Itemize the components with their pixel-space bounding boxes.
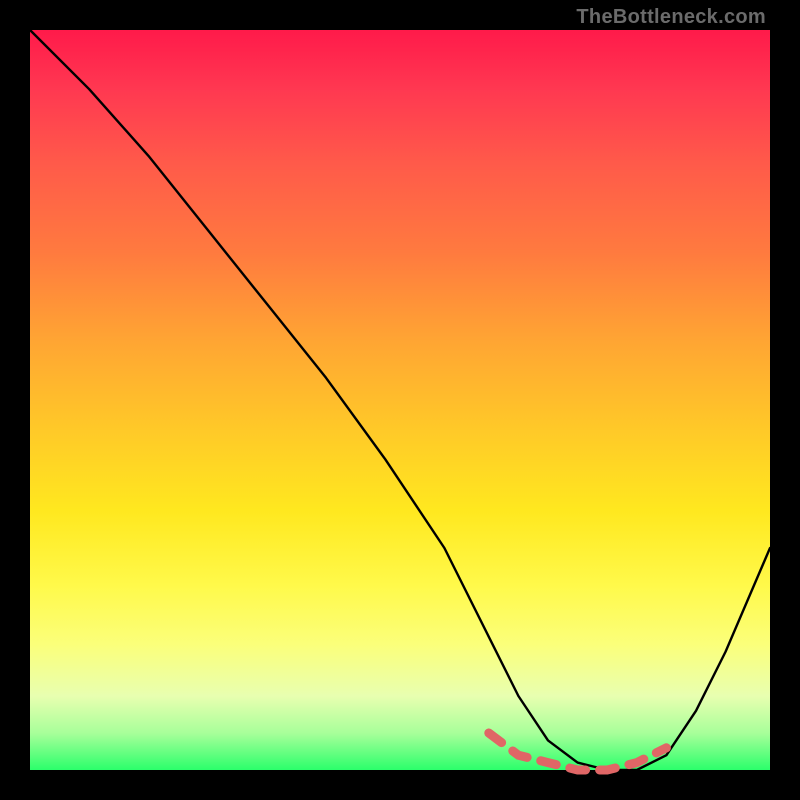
bottleneck-curve-line [30, 30, 770, 770]
chart-frame: TheBottleneck.com [0, 0, 800, 800]
chart-svg [30, 30, 770, 770]
watermark-text: TheBottleneck.com [576, 6, 766, 29]
plot-area [30, 30, 770, 770]
optimal-range-highlight [489, 733, 667, 770]
